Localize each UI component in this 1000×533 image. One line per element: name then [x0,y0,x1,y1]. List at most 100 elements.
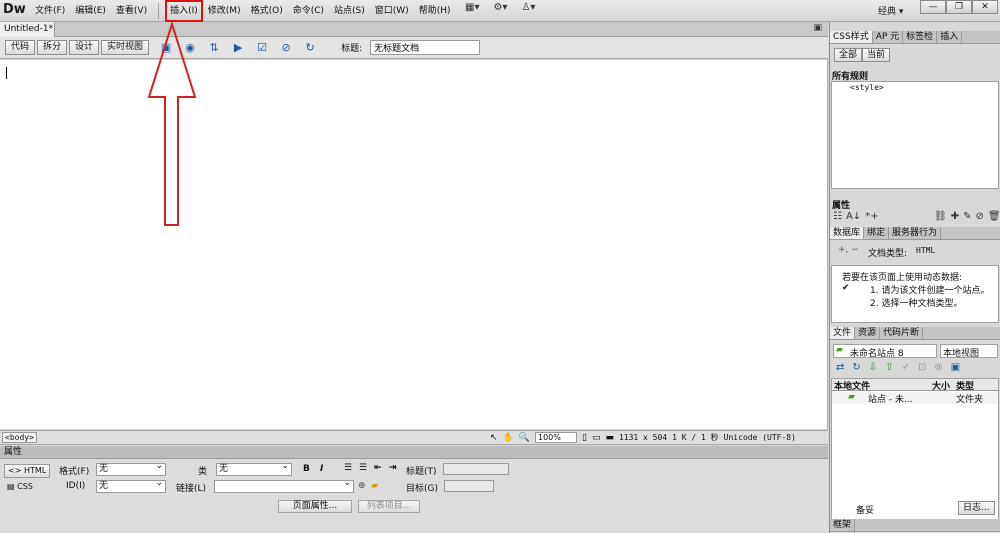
tab-databases[interactable]: 数据库 [830,227,865,239]
menu-site[interactable]: 站点(S) [329,0,370,22]
html-mode-button[interactable]: <> HTML [4,464,51,478]
italic-icon[interactable]: I [320,464,323,474]
target-select[interactable] [444,480,494,492]
menu-modify[interactable]: 修改(M) [203,0,246,22]
id-select[interactable]: 无 [96,478,166,493]
window-size[interactable]: 1131 x 504 [619,433,667,442]
title-field[interactable] [443,463,509,475]
menu-view[interactable]: 查看(V) [111,0,152,22]
tab-files[interactable]: 文件 [830,327,856,339]
outdent-icon[interactable]: ⇤ [374,463,382,473]
validate-icon[interactable]: ⊘ [277,40,295,56]
menu-format[interactable]: 格式(O) [246,0,288,22]
tab-ap-elements[interactable]: AP 元 [872,31,904,43]
menu-commands[interactable]: 命令(C) [288,0,329,22]
split-view-button[interactable]: 拆分 [37,40,68,55]
category-view-icon[interactable]: ☷ [833,211,842,222]
view-select[interactable]: 本地视图 [940,344,998,359]
check-page-icon[interactable]: ☑ [253,40,271,56]
close-button[interactable]: ✕ [972,0,998,14]
column-type[interactable]: 类型 [956,379,974,392]
browse-folder-icon[interactable]: ▰ [371,481,378,491]
az-sort-icon[interactable]: A↓ [846,211,861,222]
tab-snippets[interactable]: 代码片断 [880,327,924,339]
phone-size-icon[interactable]: ▯ [582,433,587,443]
column-size[interactable]: 大小 [932,379,950,392]
menu-window[interactable]: 窗口(W) [370,0,414,22]
live-view-button[interactable]: 实时视图 [101,40,150,55]
point-to-file-icon[interactable]: ⊕ [358,481,366,491]
code-view-button[interactable]: 代码 [5,40,36,55]
menu-file[interactable]: 文件(F) [30,0,70,22]
preview-browser-icon[interactable]: ◉ [181,40,199,56]
restore-button[interactable]: ❐ [946,0,972,14]
log-button[interactable]: 日志... [958,501,995,515]
put-files-icon[interactable]: ⇧ [885,362,893,373]
class-select[interactable]: 无 [216,461,292,476]
css-all-button[interactable]: 全部 [834,48,863,62]
sync-icon[interactable]: ⊚ [934,362,942,373]
tag-selector[interactable]: <body> [2,432,37,443]
tab-bindings[interactable]: 绑定 [864,227,890,239]
attach-style-icon[interactable]: ⛓ [934,211,947,222]
checkin-icon[interactable]: ⊡ [918,362,926,373]
minimize-button[interactable]: — [920,0,946,14]
title-input[interactable] [370,40,481,55]
menu-help[interactable]: 帮助(H) [414,0,456,22]
menu-insert[interactable]: 插入(I) [165,0,203,22]
multiscreen-icon[interactable]: ▣ [157,40,175,56]
edit-rule-icon[interactable]: ✎ [963,211,971,222]
visual-aids-icon[interactable]: ▶ [229,40,247,56]
restore-doc-icon[interactable]: ▣ [813,23,822,33]
style-rule-item[interactable]: <style> [850,83,884,92]
new-rule-icon[interactable]: ✚ [951,211,959,222]
disable-rule-icon[interactable]: ⊘ [975,211,983,222]
desktop-size-icon[interactable]: ▬ [605,433,614,443]
tab-insert[interactable]: 插入 [937,31,963,43]
connect-icon[interactable]: ⇄ [836,362,844,373]
workspace-switcher[interactable]: 经典 ▾ [878,4,903,17]
site-select[interactable]: ▰ 未命名站点 8 [833,344,937,359]
tab-tag-inspector[interactable]: 标签检 [903,31,938,43]
tab-assets[interactable]: 资源 [855,327,881,339]
expand-icon[interactable]: ▣ [951,362,960,373]
zoom-select[interactable]: 100% [534,432,577,443]
refresh-files-icon[interactable]: ↻ [852,362,860,373]
tab-frames[interactable]: 框架 [830,519,856,531]
tab-css-styles[interactable]: CSS样式 [830,31,873,43]
pointer-icon[interactable]: ↖ [490,433,498,443]
link-select[interactable] [214,478,354,493]
people-icon[interactable]: ♙▾ [521,2,535,13]
delete-rule-icon[interactable]: 🗑 [988,211,1000,222]
get-files-icon[interactable]: ⇩ [869,362,877,373]
add-remove-icon[interactable]: +, − [838,245,859,255]
zoom-icon[interactable]: 🔍 [519,433,530,443]
css-current-button[interactable]: 当前 [862,48,891,62]
document-tab[interactable]: Untitled-1* [0,22,55,37]
page-properties-button[interactable]: 页面属性... [278,500,352,513]
file-management-icon[interactable]: ⇅ [205,40,223,56]
column-local-files[interactable]: 本地文件 [834,379,870,392]
layout-icon[interactable]: ▦▾ [465,2,479,13]
design-view-button[interactable]: 设计 [69,40,100,55]
design-canvas[interactable] [0,60,828,429]
checkout-icon[interactable]: ✓ [902,362,910,373]
tab-server-behaviors[interactable]: 服务器行为 [889,227,942,239]
ordered-list-icon[interactable]: ☰ [359,463,367,473]
step-1-link[interactable]: 1. 请为该文件创建一个站点。 [870,283,989,296]
gear-icon[interactable]: ⚙▾ [493,2,507,13]
set-props-icon[interactable]: *+ [865,211,878,222]
refresh-icon[interactable]: ↻ [301,40,319,56]
file-row[interactable]: ▰ 站点 - 未... 文件夹 [832,392,998,405]
unordered-list-icon[interactable]: ☰ [344,463,352,473]
step-2-link[interactable]: 2. 选择一种文档类型。 [870,296,962,309]
hand-icon[interactable]: ✋ [503,433,514,443]
format-select[interactable]: 无 [96,461,166,476]
indent-icon[interactable]: ⇥ [389,463,397,473]
list-items-button[interactable]: 列表项目... [358,500,420,513]
menu-edit[interactable]: 编辑(E) [70,0,111,22]
bold-icon[interactable]: B [303,464,310,474]
css-mode-button[interactable]: ▤ CSS [4,481,36,495]
tablet-size-icon[interactable]: ▭ [592,433,601,443]
rules-list[interactable]: <style> [831,81,999,189]
